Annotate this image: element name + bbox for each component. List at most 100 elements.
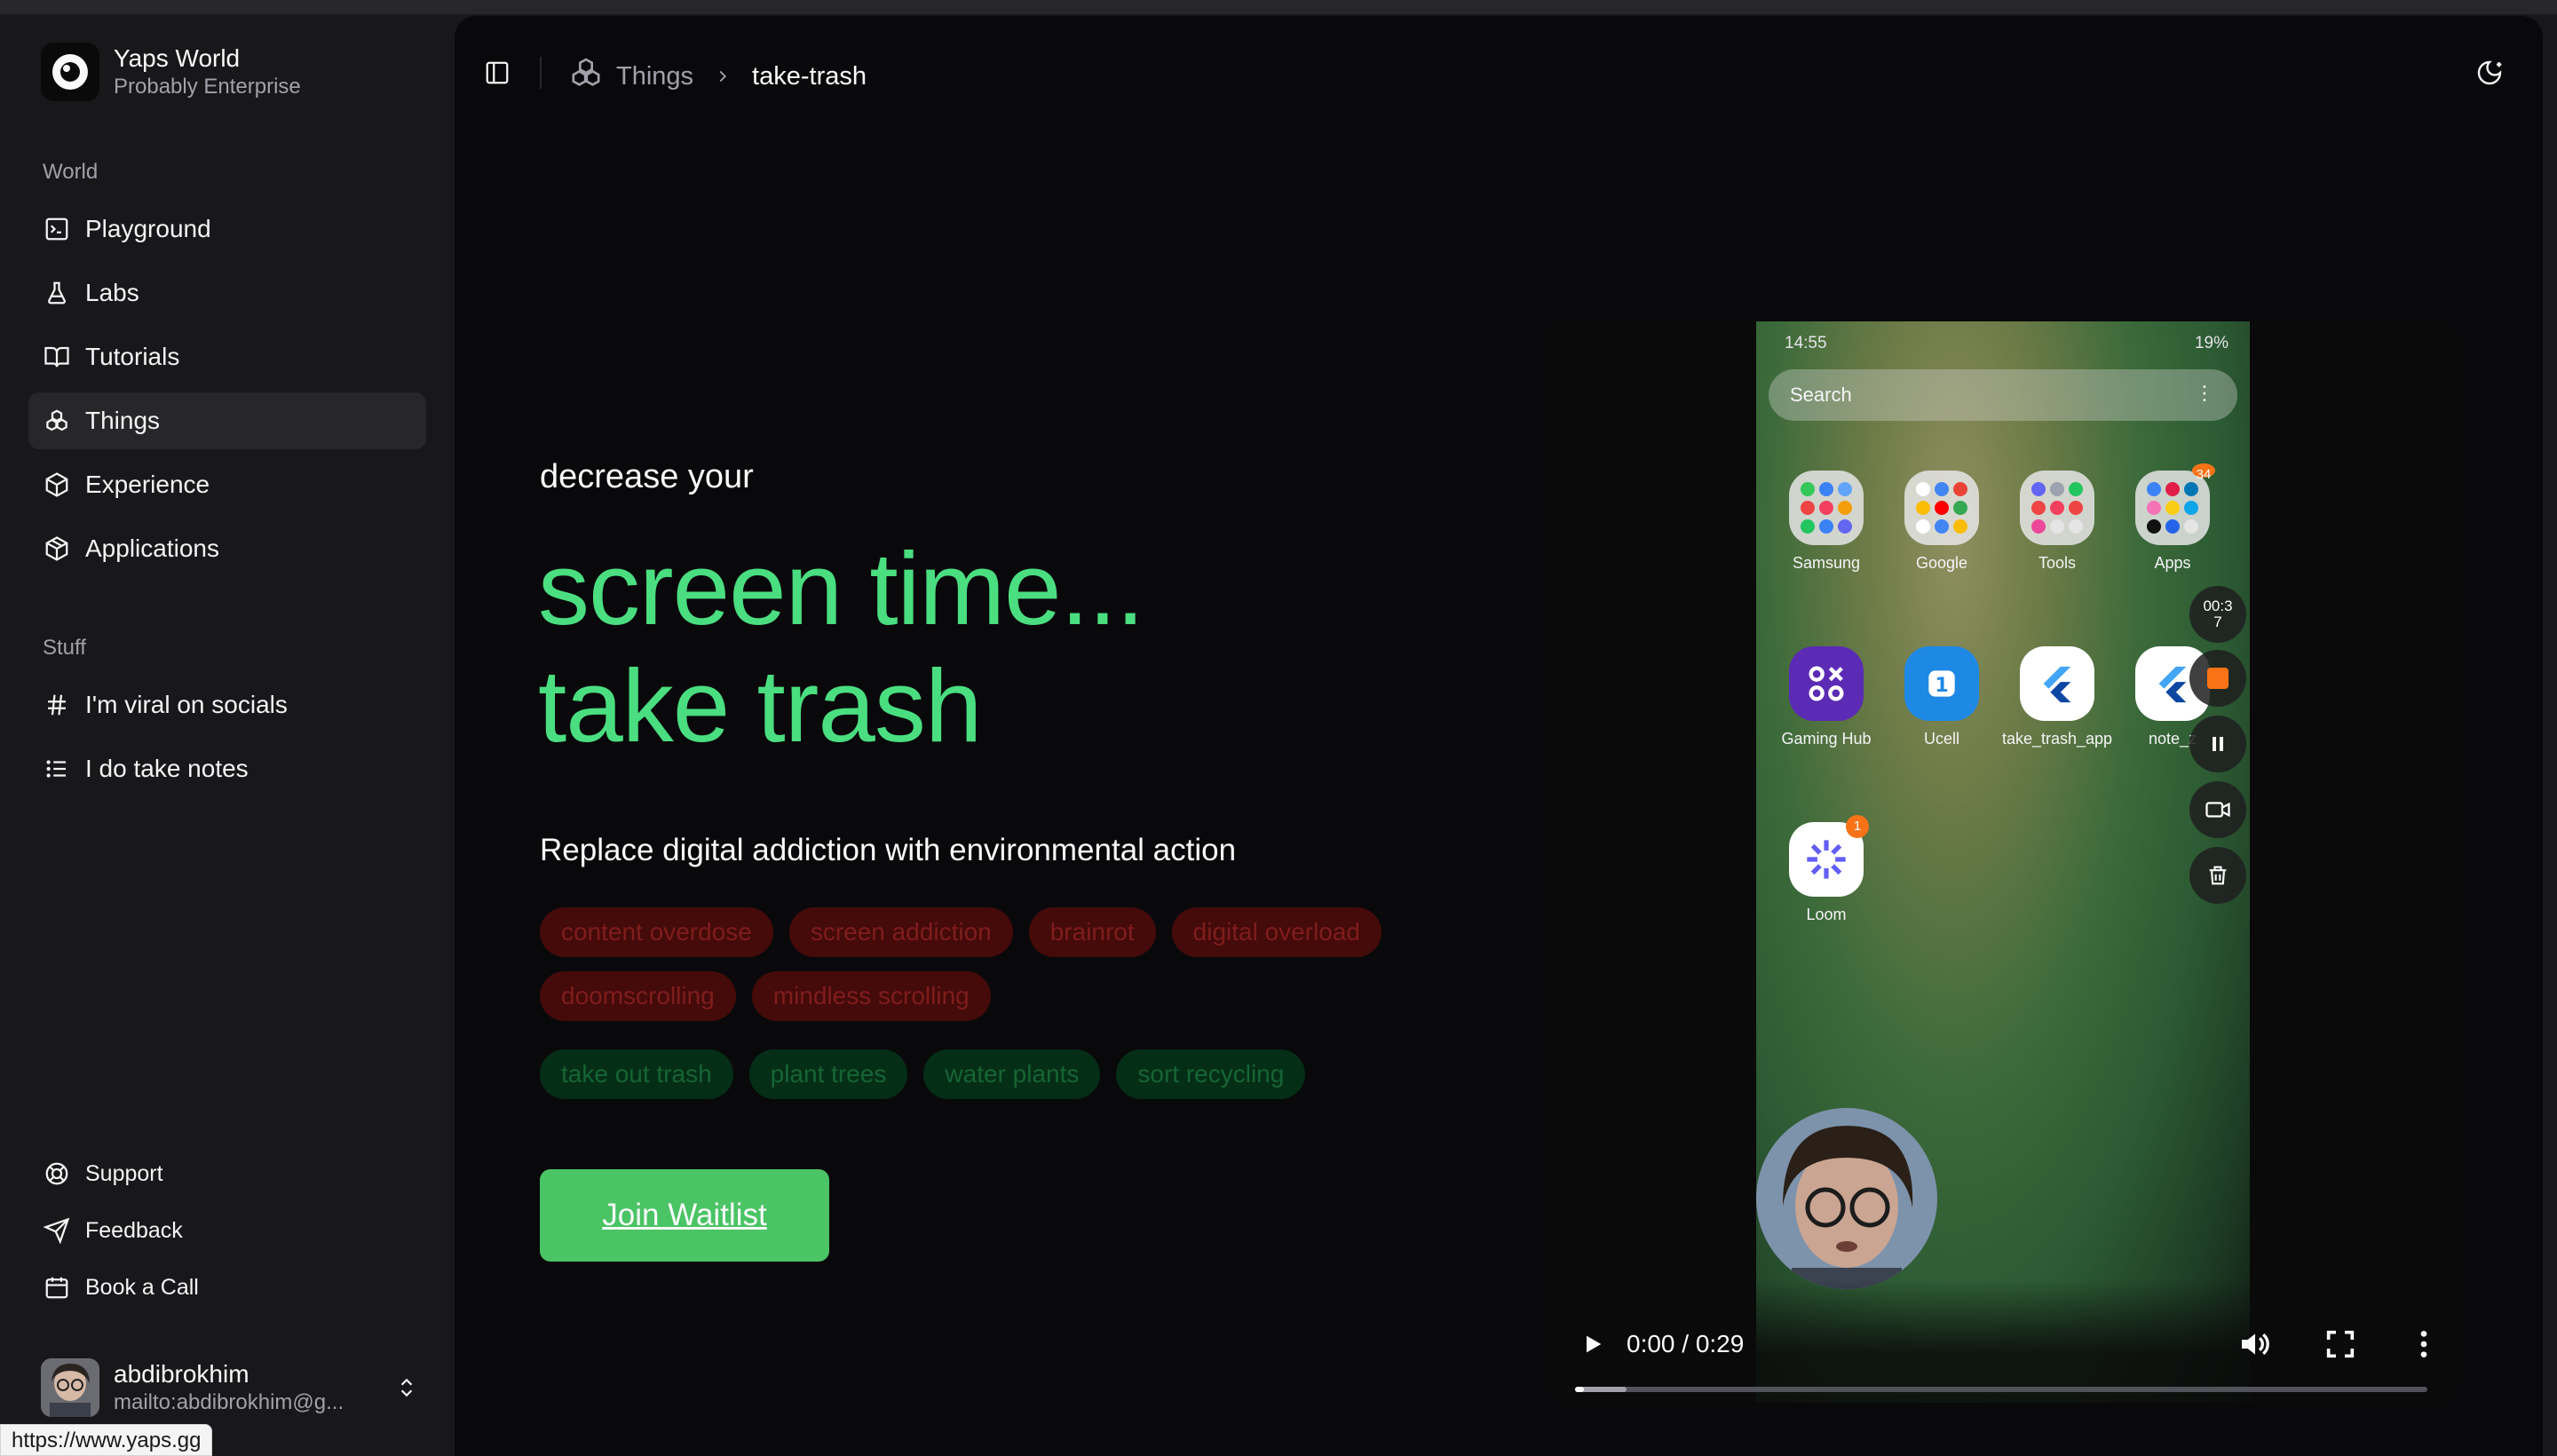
folder-icon (2020, 471, 2094, 545)
hero-headline-1: screen time... (538, 531, 1144, 646)
tag-bad: digital overload (1171, 907, 1381, 957)
volume-icon[interactable] (2237, 1326, 2273, 1362)
loom-icon: 1 (1789, 815, 1869, 897)
nav-stuff: I'm viral on socials I do take notes (28, 677, 426, 804)
svg-text:1: 1 (1935, 675, 1948, 697)
hero-headline-2: take trash (538, 648, 982, 764)
folder-icon: 34 (2135, 463, 2215, 545)
sidebar-item-support[interactable]: Support (28, 1149, 426, 1199)
chevrons-up-down-icon[interactable] (391, 1372, 423, 1404)
sidebar: Yaps World Probably Enterprise World Pla… (0, 14, 453, 1456)
sidebar-toggle-icon[interactable] (481, 57, 513, 89)
demo-video[interactable]: 14:55 19% Search ⋮ Samsung Google Tools … (1548, 321, 2458, 1403)
webcam-bubble (1756, 1108, 1937, 1289)
sidebar-item-label: Tutorials (85, 343, 180, 370)
terminal-icon (43, 215, 71, 243)
send-icon (43, 1216, 71, 1245)
video-controls: 0:00 / 0:29 (1548, 1280, 2458, 1403)
more-vertical-icon: ⋮ (2195, 382, 2214, 404)
bad-tags: content overdose screen addiction brainr… (540, 907, 1445, 1035)
sidebar-item-playground[interactable]: Playground (28, 201, 426, 257)
nav-world: Playground Labs Tutorials Things Experie… (28, 201, 426, 584)
trash-icon (2189, 847, 2246, 904)
pause-icon (2189, 716, 2246, 772)
hero-subtitle: Replace digital addiction with environme… (540, 833, 1237, 867)
flutter-icon (2020, 646, 2094, 721)
avatar (41, 1358, 99, 1417)
sidebar-item-label: I do take notes (85, 755, 249, 782)
phone-app-samsung: Samsung (1769, 471, 1884, 573)
tag-bad: content overdose (540, 907, 773, 957)
window-top-border (0, 0, 2557, 14)
phone-status-bar: 14:55 19% (1785, 334, 2228, 353)
flask-icon (43, 279, 71, 307)
more-vertical-icon[interactable] (2406, 1326, 2442, 1362)
recording-timer: 00:3 7 (2189, 586, 2246, 643)
book-open-icon (43, 343, 71, 371)
layers-icon (43, 534, 71, 563)
tag-bad: mindless scrolling (751, 971, 991, 1021)
sidebar-item-label: Experience (85, 471, 210, 498)
hash-icon (43, 691, 71, 719)
join-waitlist-button[interactable]: Join Waitlist (540, 1169, 829, 1262)
play-icon[interactable] (1575, 1326, 1611, 1362)
group-label-stuff: Stuff (43, 636, 86, 660)
sidebar-item-label: Feedback (85, 1217, 183, 1243)
video-progress-bar[interactable] (1575, 1387, 2427, 1392)
phone-battery: 19% (2194, 334, 2228, 352)
video-progress-fill (1575, 1387, 1584, 1392)
phone-time: 14:55 (1785, 334, 1827, 352)
notification-badge: 1 (1846, 815, 1869, 838)
sidebar-item-applications[interactable]: Applications (28, 520, 426, 577)
brand-name: Yaps World (114, 44, 241, 72)
phone-app-ucell: 1 Ucell (1884, 646, 1999, 748)
header: Things take-trash (455, 16, 2543, 130)
moon-sun-icon[interactable] (2472, 55, 2507, 91)
breadcrumb: Things take-trash (568, 55, 867, 98)
group-label-world: World (43, 160, 99, 184)
boxes-icon (43, 407, 71, 435)
brand-subtitle: Probably Enterprise (114, 75, 301, 99)
phone-app-google: Google (1884, 471, 1999, 573)
tag-bad: doomscrolling (540, 971, 736, 1021)
phone-app-loom: 1 Loom (1769, 815, 1884, 924)
breadcrumb-parent-link[interactable]: Things (616, 62, 693, 91)
sidebar-item-socials[interactable]: I'm viral on socials (28, 677, 426, 733)
sidebar-item-things[interactable]: Things (28, 392, 426, 449)
camera-icon (2189, 781, 2246, 838)
sidebar-item-label: Applications (85, 534, 219, 562)
phone-app-apps: 34 Apps (2115, 463, 2230, 573)
header-divider (540, 57, 542, 89)
sidebar-item-label: Labs (85, 279, 139, 306)
sidebar-item-labs[interactable]: Labs (28, 265, 426, 321)
phone-app-take-trash: take_trash_app (1999, 646, 2115, 748)
tag-good: take out trash (540, 1049, 733, 1099)
phone-search-bar: Search ⋮ (1769, 369, 2237, 421)
user-email: mailto:abdibrokhim@g... (114, 1390, 344, 1414)
folder-icon (1789, 471, 1864, 545)
list-icon (43, 755, 71, 783)
sidebar-item-feedback[interactable]: Feedback (28, 1206, 426, 1255)
nav-footer: Support Feedback Book a Call (28, 1149, 426, 1319)
sidebar-item-label: Playground (85, 215, 211, 242)
tag-good: plant trees (748, 1049, 908, 1099)
phone-app-gaming-hub: Gaming Hub (1769, 646, 1884, 748)
sidebar-item-experience[interactable]: Experience (28, 456, 426, 513)
fullscreen-icon[interactable] (2323, 1326, 2358, 1362)
sidebar-item-book-call[interactable]: Book a Call (28, 1262, 426, 1312)
user-menu[interactable]: abdibrokhim mailto:abdibrokhim@g... (41, 1355, 423, 1420)
ucell-icon: 1 (1904, 646, 1979, 721)
folder-icon (1904, 471, 1979, 545)
breadcrumb-current: take-trash (752, 61, 867, 91)
boxes-icon (568, 55, 604, 98)
sidebar-item-label: Support (85, 1160, 163, 1186)
notification-badge: 34 (2192, 463, 2215, 482)
sidebar-item-tutorials[interactable]: Tutorials (28, 328, 426, 385)
chevron-right-icon (713, 67, 732, 86)
sidebar-item-notes[interactable]: I do take notes (28, 740, 426, 797)
tag-good: sort recycling (1116, 1049, 1306, 1099)
brand[interactable]: Yaps World Probably Enterprise (41, 43, 301, 101)
user-name: abdibrokhim (114, 1360, 249, 1388)
status-bar-url: https://www.yaps.gg (0, 1424, 213, 1456)
sidebar-item-label: Book a Call (85, 1274, 199, 1300)
